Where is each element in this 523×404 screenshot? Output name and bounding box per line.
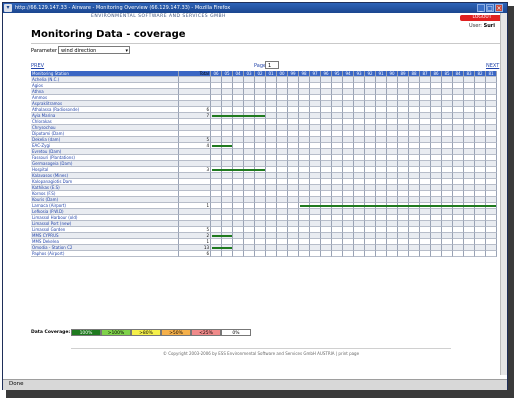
chevron-down-icon: ▾	[125, 48, 128, 54]
user-label: User:	[469, 23, 482, 29]
user-name: Suri	[483, 23, 495, 29]
legend-swatch: >80%	[131, 329, 161, 336]
year-cell	[398, 251, 409, 257]
legend-swatch: 100%	[71, 329, 101, 336]
year-cell	[409, 251, 420, 257]
year-cell	[420, 251, 431, 257]
coverage-bar	[212, 235, 232, 237]
year-cell	[475, 251, 486, 257]
year-cell	[431, 251, 442, 257]
legend-swatch: 0%	[221, 329, 251, 336]
maximize-button[interactable]: □	[486, 4, 494, 12]
next-link[interactable]: NEXT	[486, 63, 499, 69]
year-cell	[266, 251, 277, 257]
year-cell	[277, 251, 288, 257]
year-cell	[211, 251, 222, 257]
year-cell	[321, 251, 332, 257]
year-cell	[255, 251, 266, 257]
browser-window: ▾ http://66.129.147.33 - Airware - Monit…	[2, 2, 508, 390]
year-cell	[299, 251, 310, 257]
status-text: Done	[9, 381, 24, 387]
window-menu-icon[interactable]: ▾	[4, 4, 12, 12]
footer-text[interactable]: © Copyright 2003-2006 by ESS Environment…	[71, 351, 451, 356]
legend-label: Data Coverage:	[31, 330, 71, 335]
page-select[interactable]: 1	[265, 61, 279, 69]
parameter-value: wind direction	[61, 48, 97, 54]
year-cell	[376, 251, 387, 257]
coverage-bar	[212, 145, 232, 147]
page-content: ENVIRONMENTAL SOFTWARE AND SERVICES GMBH…	[11, 13, 507, 373]
logout-button[interactable]: LOGOUT	[460, 15, 504, 21]
coverage-bar	[212, 247, 232, 249]
prev-link[interactable]: PREV	[31, 63, 44, 69]
page-value: 1	[268, 63, 272, 69]
close-button[interactable]: ×	[495, 4, 503, 12]
title-divider	[31, 43, 505, 44]
parameter-label: Parameter	[31, 48, 58, 54]
year-cell	[442, 251, 453, 257]
year-cell	[365, 251, 376, 257]
parameter-select[interactable]: wind direction ▾	[58, 46, 130, 54]
year-cell	[453, 251, 464, 257]
year-cell	[343, 251, 354, 257]
year-cell	[222, 251, 233, 257]
year-cell	[354, 251, 365, 257]
year-cell	[486, 251, 497, 257]
legend-swatch: >100%	[101, 329, 131, 336]
station-link[interactable]: Paphos (Airport)	[31, 251, 179, 257]
minimize-button[interactable]: _	[477, 4, 485, 12]
legend-swatch: <25%	[191, 329, 221, 336]
status-bar: Done	[3, 379, 507, 390]
coverage-bar	[300, 205, 496, 207]
coverage-bar	[212, 115, 265, 117]
footer-divider	[71, 348, 451, 349]
year-cell	[464, 251, 475, 257]
year-cell	[288, 251, 299, 257]
title-bar: ▾ http://66.129.147.33 - Airware - Monit…	[3, 3, 507, 13]
legend-swatch: >50%	[161, 329, 191, 336]
coverage-bar	[212, 169, 265, 171]
year-cell	[233, 251, 244, 257]
vertical-scrollbar[interactable]	[500, 13, 507, 375]
year-cell	[332, 251, 343, 257]
year-cell	[244, 251, 255, 257]
year-cell	[387, 251, 398, 257]
station-total: 6	[179, 251, 211, 257]
window-title: http://66.129.147.33 - Airware - Monitor…	[15, 5, 231, 11]
company-name: ENVIRONMENTAL SOFTWARE AND SERVICES GMBH	[91, 14, 226, 19]
user-info: User: Suri	[469, 23, 495, 29]
year-cell	[310, 251, 321, 257]
page-title: Monitoring Data - coverage	[31, 29, 186, 40]
